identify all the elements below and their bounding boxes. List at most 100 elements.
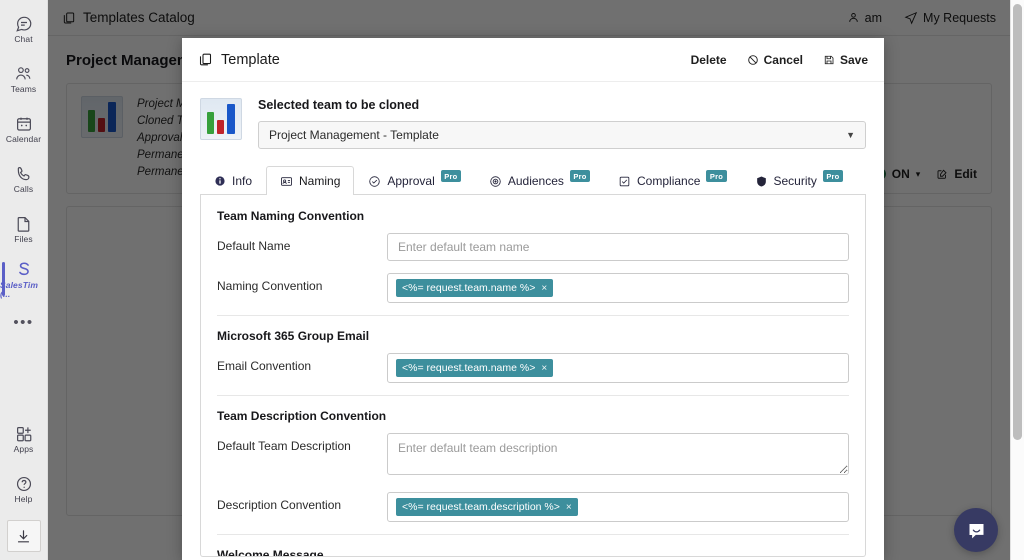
pro-badge: Pro: [822, 170, 843, 182]
salestim-icon: [15, 260, 33, 280]
sidebar-item-label: Apps: [13, 444, 34, 454]
sidebar-item-files[interactable]: Files: [0, 204, 47, 254]
section-title: Microsoft 365 Group Email: [217, 329, 370, 343]
field-label: Email Convention: [217, 359, 312, 373]
rail-top-group: Chat Teams Calendar Calls Files SalesTim…: [0, 0, 47, 340]
default-name-input[interactable]: [387, 233, 849, 261]
tab-label: Security: [773, 174, 817, 188]
delete-button[interactable]: Delete: [691, 53, 727, 67]
selected-team-row: Selected team to be cloned Project Manag…: [200, 96, 866, 165]
tab-approval[interactable]: Approval Pro: [354, 166, 474, 195]
section-divider: [217, 395, 849, 396]
selected-team-label: Selected team to be cloned: [258, 98, 420, 112]
calendar-icon: [15, 114, 33, 134]
section-title: Team Naming Convention: [217, 209, 365, 223]
field-label: Default Team Description: [217, 439, 351, 453]
tab-compliance[interactable]: Compliance Pro: [604, 166, 740, 195]
email-convention-tagbox[interactable]: <%= request.team.name %> ×: [387, 353, 849, 383]
chevron-down-icon[interactable]: ▼: [846, 130, 855, 140]
field-control: [387, 433, 849, 480]
token-label: <%= request.team.name %>: [402, 282, 536, 294]
sidebar-item-teams[interactable]: Teams: [0, 54, 47, 104]
save-icon: [823, 54, 835, 66]
info-icon: [214, 175, 226, 187]
section-divider: [217, 315, 849, 316]
sidebar-item-label: SalesTim (...: [0, 279, 38, 299]
sidebar-item-label: Calendar: [5, 134, 42, 144]
field-control: <%= request.team.description %> ×: [387, 492, 849, 522]
naming-convention-tagbox[interactable]: <%= request.team.name %> ×: [387, 273, 849, 303]
cancel-icon: [747, 54, 759, 66]
tab-label: Approval: [387, 174, 435, 188]
chat-icon: [15, 14, 33, 34]
field-control: <%= request.team.name %> ×: [387, 353, 849, 383]
sidebar-item-chat[interactable]: Chat: [0, 4, 47, 54]
description-convention-tagbox[interactable]: <%= request.team.description %> ×: [387, 492, 849, 522]
sidebar-more-button[interactable]: •••: [0, 304, 47, 340]
field-label: Default Name: [217, 239, 291, 253]
approval-icon: [368, 175, 381, 188]
calls-icon: [15, 164, 33, 184]
field-label: Naming Convention: [217, 279, 323, 293]
template-modal: Template Delete Cancel Save Selected tea…: [182, 38, 884, 560]
active-indicator: [2, 262, 5, 296]
sidebar-item-calendar[interactable]: Calendar: [0, 104, 47, 154]
sidebar-item-label: Help: [14, 494, 33, 504]
pro-badge: Pro: [706, 170, 727, 182]
security-icon: [755, 175, 768, 188]
sidebar-item-salestim[interactable]: SalesTim (...: [0, 254, 47, 304]
tab-label: Info: [232, 174, 253, 188]
cancel-button[interactable]: Cancel: [747, 53, 803, 67]
sidebar-item-calls[interactable]: Calls: [0, 154, 47, 204]
token-tag[interactable]: <%= request.team.name %> ×: [396, 279, 554, 297]
chat-launcher-button[interactable]: [954, 508, 998, 552]
field-control: [387, 233, 849, 261]
tab-label: Naming: [299, 174, 341, 188]
field-row: Email Convention <%= request.team.name %…: [217, 353, 849, 383]
field-row: Naming Convention <%= request.team.name …: [217, 273, 849, 303]
modal-tabs: Info Naming Approval Pro Audiences Pro C…: [200, 165, 866, 195]
token-label: <%= request.team.description %>: [402, 501, 560, 513]
download-icon[interactable]: [6, 520, 41, 552]
selected-team-value: Project Management - Template: [269, 128, 439, 142]
tab-naming[interactable]: Naming: [266, 166, 355, 195]
token-tag[interactable]: <%= request.team.name %> ×: [396, 359, 554, 377]
section-title: Team Description Convention: [217, 409, 387, 423]
section-divider: [217, 534, 849, 535]
section-title: Welcome Message: [217, 548, 324, 557]
modal-title-text: Template: [221, 51, 280, 68]
tab-info[interactable]: Info: [200, 166, 266, 195]
pro-badge: Pro: [440, 170, 461, 182]
naming-panel: Team Naming Convention Default Name Nami…: [200, 195, 866, 557]
scrollbar-thumb[interactable]: [1013, 4, 1022, 440]
remove-token-icon[interactable]: ×: [541, 283, 547, 294]
remove-token-icon[interactable]: ×: [541, 363, 547, 374]
sidebar-item-label: Calls: [13, 184, 34, 194]
selected-team-select[interactable]: Project Management - Template ▼: [258, 121, 866, 149]
sidebar-item-help[interactable]: Help: [0, 464, 47, 514]
tab-audiences[interactable]: Audiences Pro: [475, 166, 604, 195]
sidebar-item-label: Teams: [10, 84, 37, 94]
save-label: Save: [839, 52, 868, 67]
files-icon: [15, 214, 32, 234]
token-tag[interactable]: <%= request.team.description %> ×: [396, 498, 578, 516]
selected-team-column: Selected team to be cloned Project Manag…: [258, 98, 866, 149]
compliance-icon: [618, 175, 631, 188]
teams-icon: [14, 64, 34, 84]
remove-token-icon[interactable]: ×: [566, 502, 572, 513]
rail-bottom-group: Apps Help: [0, 414, 47, 560]
naming-icon: [280, 175, 293, 188]
help-icon: [15, 474, 33, 494]
modal-actions: Delete Cancel Save: [691, 53, 868, 67]
bar-chart-icon: [200, 98, 242, 140]
default-team-description-textarea[interactable]: [387, 433, 849, 475]
app-root: Chat Teams Calendar Calls Files SalesTim…: [0, 0, 1024, 560]
apps-icon: [15, 424, 33, 444]
sidebar-item-apps[interactable]: Apps: [0, 414, 47, 464]
modal-title: Template: [198, 52, 280, 68]
save-button[interactable]: Save: [823, 53, 868, 67]
chat-bubble-icon: [966, 520, 987, 541]
field-row: Description Convention <%= request.team.…: [217, 492, 849, 522]
page-scrollbar[interactable]: [1010, 0, 1024, 560]
tab-security[interactable]: Security Pro: [741, 166, 857, 195]
